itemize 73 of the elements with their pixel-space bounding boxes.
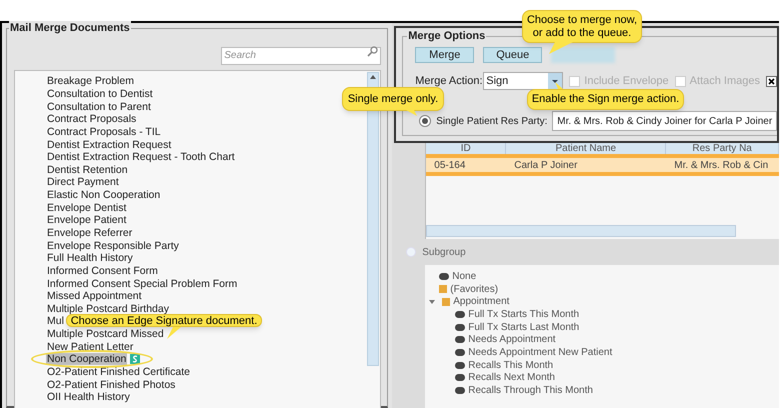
table-row[interactable]: 05-164 Carla P Joiner Mr. & Mrs. Rob & Cin xyxy=(426,154,779,176)
expander-icon[interactable] xyxy=(429,298,436,305)
list-item[interactable]: Breakage Problem xyxy=(47,75,134,88)
query-icon xyxy=(455,387,466,394)
checkbox-label: Attach Images xyxy=(690,74,760,89)
search-field[interactable]: Search xyxy=(221,46,382,64)
horizontal-scrollbar[interactable] xyxy=(426,225,736,237)
list-item[interactable]: Envelope Patient xyxy=(47,214,126,226)
blurred-button[interactable] xyxy=(551,47,616,63)
tree-item[interactable]: Recalls Next Month xyxy=(468,370,555,386)
tree-item[interactable]: Needs Appointment New Patient xyxy=(468,344,612,360)
tree-item[interactable]: Full Tx Starts This Month xyxy=(468,306,580,322)
list-item[interactable]: Informed Consent Special Problem Form xyxy=(47,278,238,290)
query-icon xyxy=(455,324,466,331)
list-item[interactable]: Contract Proposals xyxy=(47,113,136,126)
list-item[interactable]: Mul xyxy=(47,315,64,328)
list-item[interactable]: Direct Payment xyxy=(47,176,119,188)
merge-action-select[interactable]: Sign xyxy=(483,72,564,90)
tree-item[interactable]: (Favorites) xyxy=(450,282,498,297)
query-icon xyxy=(455,374,466,382)
checkbox-label: Include Envelope xyxy=(584,74,669,89)
tree-item[interactable]: Appointment xyxy=(453,294,510,310)
list-item[interactable]: Multiple Postcard Birthday xyxy=(47,302,169,315)
table-cell-text: Carla P Joiner xyxy=(513,158,578,172)
list-item[interactable]: Missed Appointment xyxy=(47,290,142,302)
tree-item[interactable]: None xyxy=(452,268,476,284)
list-item[interactable]: Non Cooperation xyxy=(46,353,128,366)
res-party-field[interactable]: Mr. & Mrs. Rob & Cindy Joiner for Carla P Joiner xyxy=(552,111,777,131)
list-item[interactable]: Dentist Extraction Request - Tooth Chart xyxy=(47,151,235,164)
list-item[interactable]: Dentist Extraction Request xyxy=(47,138,172,151)
field-label: Single Patient Res Party: xyxy=(436,114,548,128)
table-cell-text: Mr. & Mrs. Rob & Cin xyxy=(673,158,770,172)
list-item[interactable]: O2-Patient Finished Certificate xyxy=(47,366,190,378)
dropdown-icon xyxy=(548,73,562,89)
tree-item[interactable]: Full Tx Starts Last Month xyxy=(468,320,580,335)
list-item[interactable]: Contract Proposals - TIL xyxy=(47,126,161,138)
panel-title: Merge Options xyxy=(407,29,486,43)
list-item[interactable]: Envelope Referrer xyxy=(47,227,132,239)
query-icon xyxy=(439,272,450,280)
list-item[interactable]: Consultation to Dentist xyxy=(47,88,153,100)
query-icon xyxy=(455,362,466,369)
option-label: Subgroup xyxy=(422,246,466,260)
query-icon xyxy=(455,310,466,318)
callout-pointer xyxy=(549,42,575,54)
list-item[interactable]: Consultation to Parent xyxy=(47,100,151,113)
callout-pointer xyxy=(555,82,563,89)
callout: Enable the Sign merge action. xyxy=(527,89,684,110)
scroll-up-icon[interactable] xyxy=(370,75,376,79)
table-cell-text: 05-164 xyxy=(433,158,466,172)
list-item[interactable]: Informed Consent Form xyxy=(47,264,158,277)
checkbox[interactable] xyxy=(766,76,777,86)
query-icon xyxy=(455,348,466,356)
merge-button[interactable]: Merge xyxy=(415,47,474,63)
list-item[interactable]: Dentist Retention xyxy=(47,164,128,176)
list-item[interactable]: Multiple Postcard Missed xyxy=(47,328,164,340)
tree-item[interactable]: Recalls Through This Month xyxy=(468,383,593,398)
list-item[interactable]: Elastic Non Cooperation xyxy=(47,189,160,202)
callout-pointer xyxy=(406,110,418,116)
tree-item[interactable]: Recalls This Month xyxy=(468,358,554,373)
list-item[interactable]: Envelope Dentist xyxy=(47,202,126,214)
callout: Single merge only. xyxy=(342,87,444,111)
callout-pointer xyxy=(167,327,181,339)
search-icon xyxy=(367,46,378,57)
merge-button[interactable]: Queue xyxy=(483,47,542,63)
list-item[interactable]: New Patient Letter xyxy=(47,340,134,353)
list-item[interactable]: O2-Patient Finished Photos xyxy=(47,378,176,391)
list-item[interactable]: Envelope Responsible Party xyxy=(47,240,179,252)
query-icon xyxy=(455,336,466,344)
list-item[interactable]: Full Health History xyxy=(47,252,133,264)
tree-item[interactable]: Needs Appointment xyxy=(468,332,556,348)
list-item[interactable]: OII Health History xyxy=(47,391,130,404)
panel-title: Mail Merge Documents xyxy=(9,21,131,35)
radio-button[interactable] xyxy=(419,115,432,127)
